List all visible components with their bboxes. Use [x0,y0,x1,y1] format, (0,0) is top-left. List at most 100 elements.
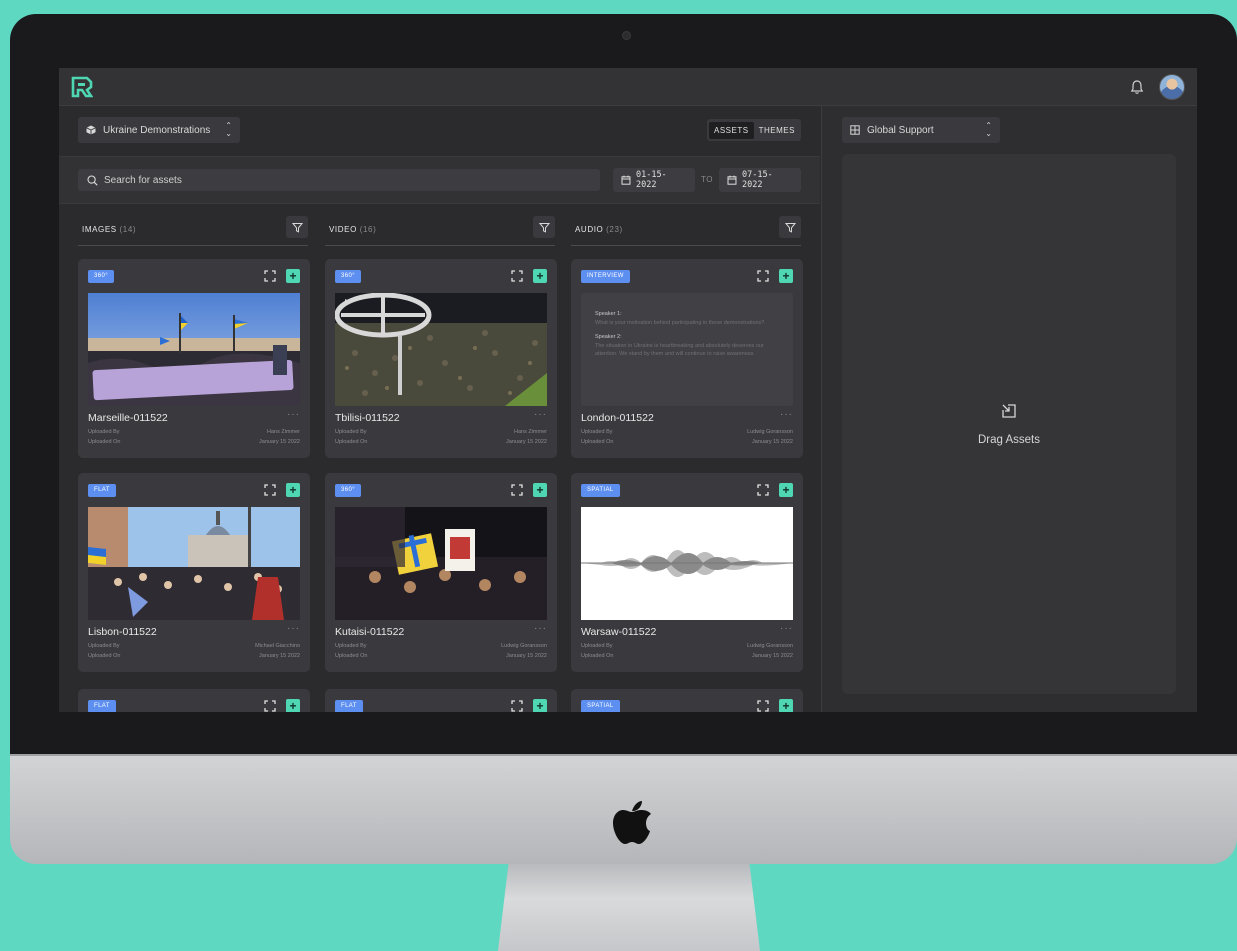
expand-icon[interactable] [757,484,769,496]
chevron-up-down-icon: ⌃ ⌄ [985,121,992,138]
search-input[interactable] [104,174,584,186]
uploaded-by-value: Ludwig Goransson [747,429,793,435]
asset-card[interactable]: 360° + Marseille-011522 ··· Uploaded By … [78,259,310,458]
top-bar [59,68,1197,106]
asset-thumbnail [88,507,300,620]
more-icon[interactable]: ··· [287,623,300,634]
uploaded-by-value: Ludwig Goransson [747,643,793,649]
uploaded-by-label: Uploaded By [581,429,613,435]
uploaded-on-value: January 15 2022 [259,439,300,445]
asset-type-badge: INTERVIEW [581,270,630,283]
asset-thumbnail [335,507,547,620]
asset-type-badge: SPATIAL [581,484,620,497]
tab-assets[interactable]: ASSETS [709,121,754,139]
drop-zone-label: Drag Assets [978,434,1040,446]
bell-icon[interactable] [1129,79,1145,95]
uploaded-on-value: January 15 2022 [506,439,547,445]
workspace-panel: Global Support ⌃ ⌄ Drag Assets [821,106,1197,712]
column-header-audio: AUDIO (23) [571,216,801,246]
column-count: (16) [359,225,377,234]
filter-icon [291,222,303,233]
more-icon[interactable]: ··· [287,409,300,420]
filter-bar: 01-15-2022 TO 07-15-2022 [59,156,820,204]
uploaded-by-label: Uploaded By [335,429,367,435]
uploaded-on-label: Uploaded On [335,439,368,445]
date-range-separator: TO [701,175,713,184]
expand-icon[interactable] [511,484,523,496]
speaker-text: What is your motivation behind participa… [595,320,765,326]
uploaded-by-value: Ludwig Goransson [501,643,547,649]
asset-name: London-011522 [581,412,654,424]
column-count: (23) [606,225,623,234]
add-button[interactable]: + [533,699,547,712]
asset-name: Tbilisi-011522 [335,412,400,424]
more-icon[interactable]: ··· [534,623,547,634]
column-title: VIDEO [329,225,357,234]
more-icon[interactable]: ··· [780,623,793,634]
uploaded-on-value: January 15 2022 [752,653,793,659]
asset-card[interactable]: 360° + ▸ Tbilisi-011522 ··· Uploaded By … [325,259,557,458]
asset-card[interactable]: SPATIAL + [571,689,803,712]
expand-icon[interactable] [757,700,769,712]
add-button[interactable]: + [286,699,300,712]
asset-name: Lisbon-011522 [88,626,157,638]
uploaded-by-label: Uploaded By [581,643,613,649]
filter-button[interactable] [779,216,801,238]
asset-card[interactable]: SPATIAL + Warsaw-011522 ··· Uploaded By … [571,473,803,672]
add-button[interactable]: + [533,269,547,283]
expand-icon[interactable] [264,484,276,496]
uploaded-by-label: Uploaded By [88,429,120,435]
workspace-selector[interactable]: Global Support ⌃ ⌄ [842,117,1000,143]
column-title: AUDIO [575,225,604,234]
add-button[interactable]: + [779,483,793,497]
project-selector[interactable]: Ukraine Demonstrations ⌃ ⌄ [78,117,240,143]
add-button[interactable]: + [286,269,300,283]
uploaded-by-value: Michael Giacchino [255,643,300,649]
filter-button[interactable] [533,216,555,238]
asset-card[interactable]: 360° + Kutaisi-011522 ··· Uploaded By Up… [325,473,557,672]
date-to-button[interactable]: 07-15-2022 [719,168,801,192]
column-header-images: IMAGES (14) [78,216,308,246]
interview-transcript: Speaker 1: What is your motivation behin… [581,293,793,406]
monitor-stand [498,864,760,951]
tab-themes[interactable]: THEMES [754,122,800,139]
drop-zone[interactable]: Drag Assets [842,154,1176,694]
filter-icon [538,222,550,233]
expand-icon[interactable] [264,270,276,282]
asset-type-badge: 360° [335,484,362,497]
date-from-button[interactable]: 01-15-2022 [613,168,695,192]
filter-icon [784,222,796,233]
uploaded-on-label: Uploaded On [88,439,121,445]
uploaded-by-label: Uploaded By [335,643,367,649]
filter-button[interactable] [286,216,308,238]
expand-icon[interactable] [264,700,276,712]
expand-icon[interactable] [511,700,523,712]
expand-icon[interactable] [511,270,523,282]
uploaded-on-label: Uploaded On [335,653,368,659]
avatar[interactable] [1159,74,1185,100]
asset-thumbnail [581,507,793,620]
asset-type-badge: FLAT [335,700,363,712]
expand-icon[interactable] [757,270,769,282]
asset-card[interactable]: FLAT + [325,689,557,712]
more-icon[interactable]: ··· [780,409,793,420]
asset-type-badge: 360° [335,270,362,283]
assets-panel: Ukraine Demonstrations ⌃ ⌄ ASSETS THEMES … [59,106,820,712]
add-button[interactable]: + [779,699,793,712]
add-button[interactable]: + [533,483,547,497]
add-button[interactable]: + [286,483,300,497]
search-box [78,169,600,191]
asset-name: Marseille-011522 [88,412,168,424]
uploaded-on-label: Uploaded On [88,653,121,659]
column-title: IMAGES [82,225,117,234]
asset-card[interactable]: FLAT + Lisbon-011522 ··· Uploaded By Upl… [78,473,310,672]
column-count: (14) [119,225,137,234]
calendar-icon [727,175,737,185]
more-icon[interactable]: ··· [534,409,547,420]
chevron-up-down-icon: ⌃ ⌄ [225,121,232,138]
add-button[interactable]: + [779,269,793,283]
cube-icon [86,125,96,135]
asset-card[interactable]: INTERVIEW + Speaker 1: What is your moti… [571,259,803,458]
asset-card[interactable]: FLAT + [78,689,310,712]
logo-icon[interactable] [71,76,93,98]
